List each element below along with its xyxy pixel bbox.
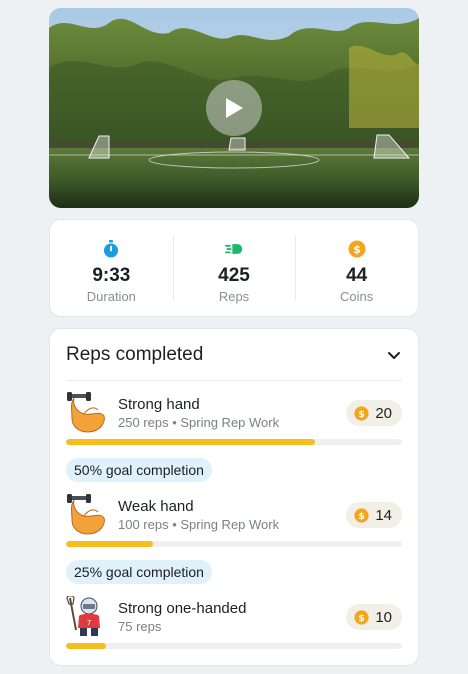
coins-value: 20 xyxy=(375,404,392,422)
flexed-arm-dumbbell-icon xyxy=(67,392,105,433)
coin-icon: $ xyxy=(354,405,369,421)
stat-value: 425 xyxy=(218,265,250,286)
play-button[interactable] xyxy=(206,80,262,136)
coins-value: 14 xyxy=(375,506,392,524)
stat-label: Coins xyxy=(340,289,374,304)
stat-reps: 425 Reps xyxy=(172,220,296,316)
progress-bar xyxy=(66,541,402,547)
rep-item[interactable]: 7 Strong one-handed 75 reps $ 10 xyxy=(66,596,402,652)
section-title: Reps completed xyxy=(66,343,204,365)
session-stats-card: 9:33 Duration 425 Reps $ 44 Coins xyxy=(49,219,419,317)
coins-value: 10 xyxy=(375,608,392,626)
stat-value: 9:33 xyxy=(92,265,131,286)
svg-text:7: 7 xyxy=(87,619,91,627)
coin-icon: $ xyxy=(354,507,369,523)
coin-icon: $ xyxy=(354,609,369,625)
rep-item-details: 75 reps xyxy=(118,619,162,634)
rep-item-name: Weak hand xyxy=(118,498,194,515)
progress-bar xyxy=(66,439,402,445)
goal-completion-badge: 25% goal completion xyxy=(66,560,212,584)
progress-bar xyxy=(66,643,402,649)
chevron-down-icon[interactable] xyxy=(386,347,402,363)
speed-icon xyxy=(225,244,243,254)
rep-item-details: 250 reps • Spring Rep Work xyxy=(118,415,280,430)
rep-item-details: 100 reps • Spring Rep Work xyxy=(118,517,280,532)
video-thumbnail[interactable] xyxy=(49,8,419,208)
rep-item[interactable]: Weak hand 100 reps • Spring Rep Work $ 1… xyxy=(66,494,402,550)
goal-completion-badge: 50% goal completion xyxy=(66,458,212,482)
svg-text:$: $ xyxy=(359,510,365,521)
svg-text:$: $ xyxy=(353,243,361,256)
progress-fill xyxy=(66,541,154,547)
stat-coins: $ 44 Coins xyxy=(295,220,418,316)
rep-item-name: Strong hand xyxy=(118,396,200,413)
flexed-arm-dumbbell-icon xyxy=(67,494,105,535)
progress-fill xyxy=(66,439,315,445)
stat-duration: 9:33 Duration xyxy=(50,220,173,316)
lacrosse-player-icon: 7 xyxy=(66,596,100,636)
coins-earned-badge: $ 14 xyxy=(346,502,402,528)
stat-value: 44 xyxy=(346,265,368,286)
svg-text:$: $ xyxy=(359,408,365,419)
rep-item[interactable]: Strong hand 250 reps • Spring Rep Work $… xyxy=(66,392,402,448)
coins-earned-badge: $ 10 xyxy=(346,604,402,630)
stopwatch-icon xyxy=(104,240,119,258)
progress-fill xyxy=(66,643,107,649)
reps-header[interactable]: Reps completed xyxy=(66,329,402,381)
rep-item-name: Strong one-handed xyxy=(118,600,247,617)
coin-icon: $ xyxy=(348,240,366,258)
reps-completed-card: Reps completed Strong hand 250 reps • Sp… xyxy=(49,328,419,666)
coins-earned-badge: $ 20 xyxy=(346,400,402,426)
svg-text:$: $ xyxy=(359,612,365,623)
play-icon xyxy=(226,98,243,118)
stat-label: Reps xyxy=(218,289,250,304)
stat-label: Duration xyxy=(86,289,136,304)
